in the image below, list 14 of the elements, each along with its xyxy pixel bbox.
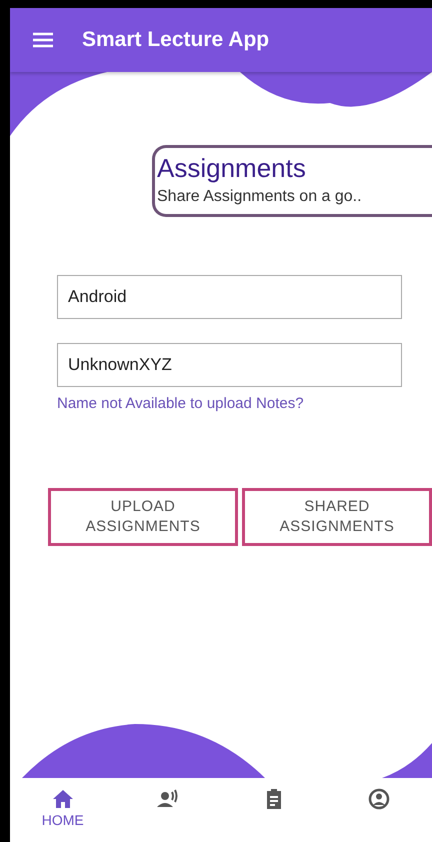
action-button[interactable]: SHARED ASSIGNMENTS	[242, 488, 432, 546]
action-button[interactable]: UPLOAD ASSIGNMENTS	[48, 488, 238, 546]
bottom-right-wave-drawing	[382, 743, 432, 778]
text-field[interactable]: Android	[57, 275, 402, 319]
home-icon	[50, 788, 75, 810]
nav-tab[interactable]: HOME	[22, 778, 103, 842]
menu-icon[interactable]	[32, 32, 54, 48]
person-speaking-icon	[156, 788, 180, 810]
card-subtitle: Share Assignments on a go..	[157, 188, 363, 206]
help-link[interactable]: Name not Available to upload Notes?	[57, 395, 304, 412]
app-title: Smart Lecture App	[82, 28, 270, 52]
account-icon	[367, 788, 392, 810]
text-field[interactable]: UnknownXYZ	[57, 343, 402, 387]
card-title: Assignments	[157, 152, 307, 184]
